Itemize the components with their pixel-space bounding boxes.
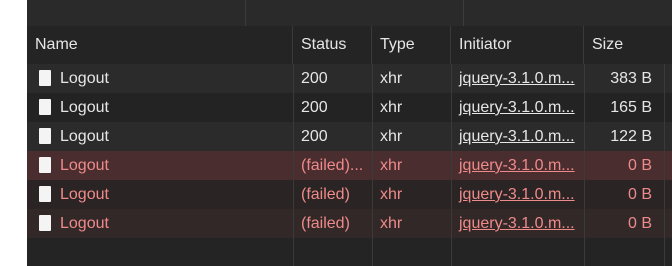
- name-cell[interactable]: Logout: [27, 180, 293, 209]
- document-icon: [39, 157, 51, 173]
- request-table: Name Status Type Initiator Size Logout 2…: [27, 26, 672, 266]
- initiator-link[interactable]: jquery-3.1.0.m...: [451, 64, 584, 93]
- type-cell: xhr: [380, 186, 403, 203]
- column-header-name[interactable]: Name: [27, 26, 293, 64]
- table-row[interactable]: Logout 200 xhr jquery-3.1.0.m... 122 B: [27, 122, 672, 151]
- initiator-link[interactable]: jquery-3.1.0.m...: [451, 122, 584, 151]
- type-cell: xhr: [380, 70, 403, 87]
- filter-cell[interactable]: [463, 0, 672, 26]
- document-icon: [39, 70, 51, 86]
- type-cell: xhr: [380, 99, 403, 116]
- initiator-link[interactable]: jquery-3.1.0.m...: [451, 93, 584, 122]
- name-cell[interactable]: Logout: [27, 151, 293, 180]
- column-header-type[interactable]: Type: [372, 26, 451, 64]
- size-cell: 0 B: [627, 186, 652, 203]
- table-row[interactable]: Logout (failed) xhr jquery-3.1.0.m... 0 …: [27, 209, 672, 238]
- size-cell: 0 B: [627, 157, 652, 174]
- type-cell: xhr: [380, 128, 403, 145]
- table-row[interactable]: Logout (failed)... xhr jquery-3.1.0.m...…: [27, 151, 672, 180]
- initiator-link[interactable]: jquery-3.1.0.m...: [451, 209, 584, 238]
- column-divider: [451, 64, 452, 266]
- name-cell[interactable]: Logout: [27, 64, 293, 93]
- table-row[interactable]: Logout 200 xhr jquery-3.1.0.m... 383 B: [27, 64, 672, 93]
- name-cell[interactable]: Logout: [27, 209, 293, 238]
- status-cell: 200: [301, 99, 328, 116]
- request-name: Logout: [60, 99, 109, 116]
- column-divider: [293, 64, 294, 266]
- document-icon: [39, 215, 51, 231]
- status-cell: (failed)...: [301, 157, 364, 174]
- name-cell[interactable]: Logout: [27, 93, 293, 122]
- column-header-overflow: [664, 26, 672, 64]
- initiator-link[interactable]: jquery-3.1.0.m...: [451, 151, 584, 180]
- table-row[interactable]: Logout (failed) xhr jquery-3.1.0.m... 0 …: [27, 180, 672, 209]
- filter-cell[interactable]: [27, 0, 246, 26]
- column-header-status[interactable]: Status: [293, 26, 372, 64]
- type-cell: xhr: [380, 215, 403, 232]
- size-cell: 383 B: [610, 70, 652, 87]
- column-header-initiator[interactable]: Initiator: [451, 26, 584, 64]
- name-cell[interactable]: Logout: [27, 122, 293, 151]
- status-cell: (failed): [301, 186, 350, 203]
- filter-cell[interactable]: [245, 0, 464, 26]
- document-icon: [39, 99, 51, 115]
- table-row[interactable]: Logout 200 xhr jquery-3.1.0.m... 165 B: [27, 93, 672, 122]
- table-header: Name Status Type Initiator Size: [27, 26, 672, 65]
- status-cell: 200: [301, 128, 328, 145]
- status-cell: (failed): [301, 215, 350, 232]
- filter-bar: [27, 0, 672, 27]
- document-icon: [39, 128, 51, 144]
- status-cell: 200: [301, 70, 328, 87]
- type-cell: xhr: [380, 157, 403, 174]
- column-divider: [372, 64, 373, 266]
- initiator-link[interactable]: jquery-3.1.0.m...: [451, 180, 584, 209]
- column-header-size[interactable]: Size: [584, 26, 664, 64]
- size-cell: 165 B: [610, 99, 652, 116]
- empty-area: [27, 238, 672, 266]
- size-cell: 122 B: [610, 128, 652, 145]
- size-cell: 0 B: [627, 215, 652, 232]
- request-name: Logout: [60, 70, 109, 87]
- request-name: Logout: [60, 128, 109, 145]
- request-name: Logout: [60, 215, 109, 232]
- network-panel: Name Status Type Initiator Size Logout 2…: [0, 0, 672, 266]
- request-name: Logout: [60, 157, 109, 174]
- column-divider: [664, 64, 665, 266]
- request-name: Logout: [60, 186, 109, 203]
- document-icon: [39, 186, 51, 202]
- column-divider: [584, 64, 585, 266]
- left-edge: [0, 0, 27, 266]
